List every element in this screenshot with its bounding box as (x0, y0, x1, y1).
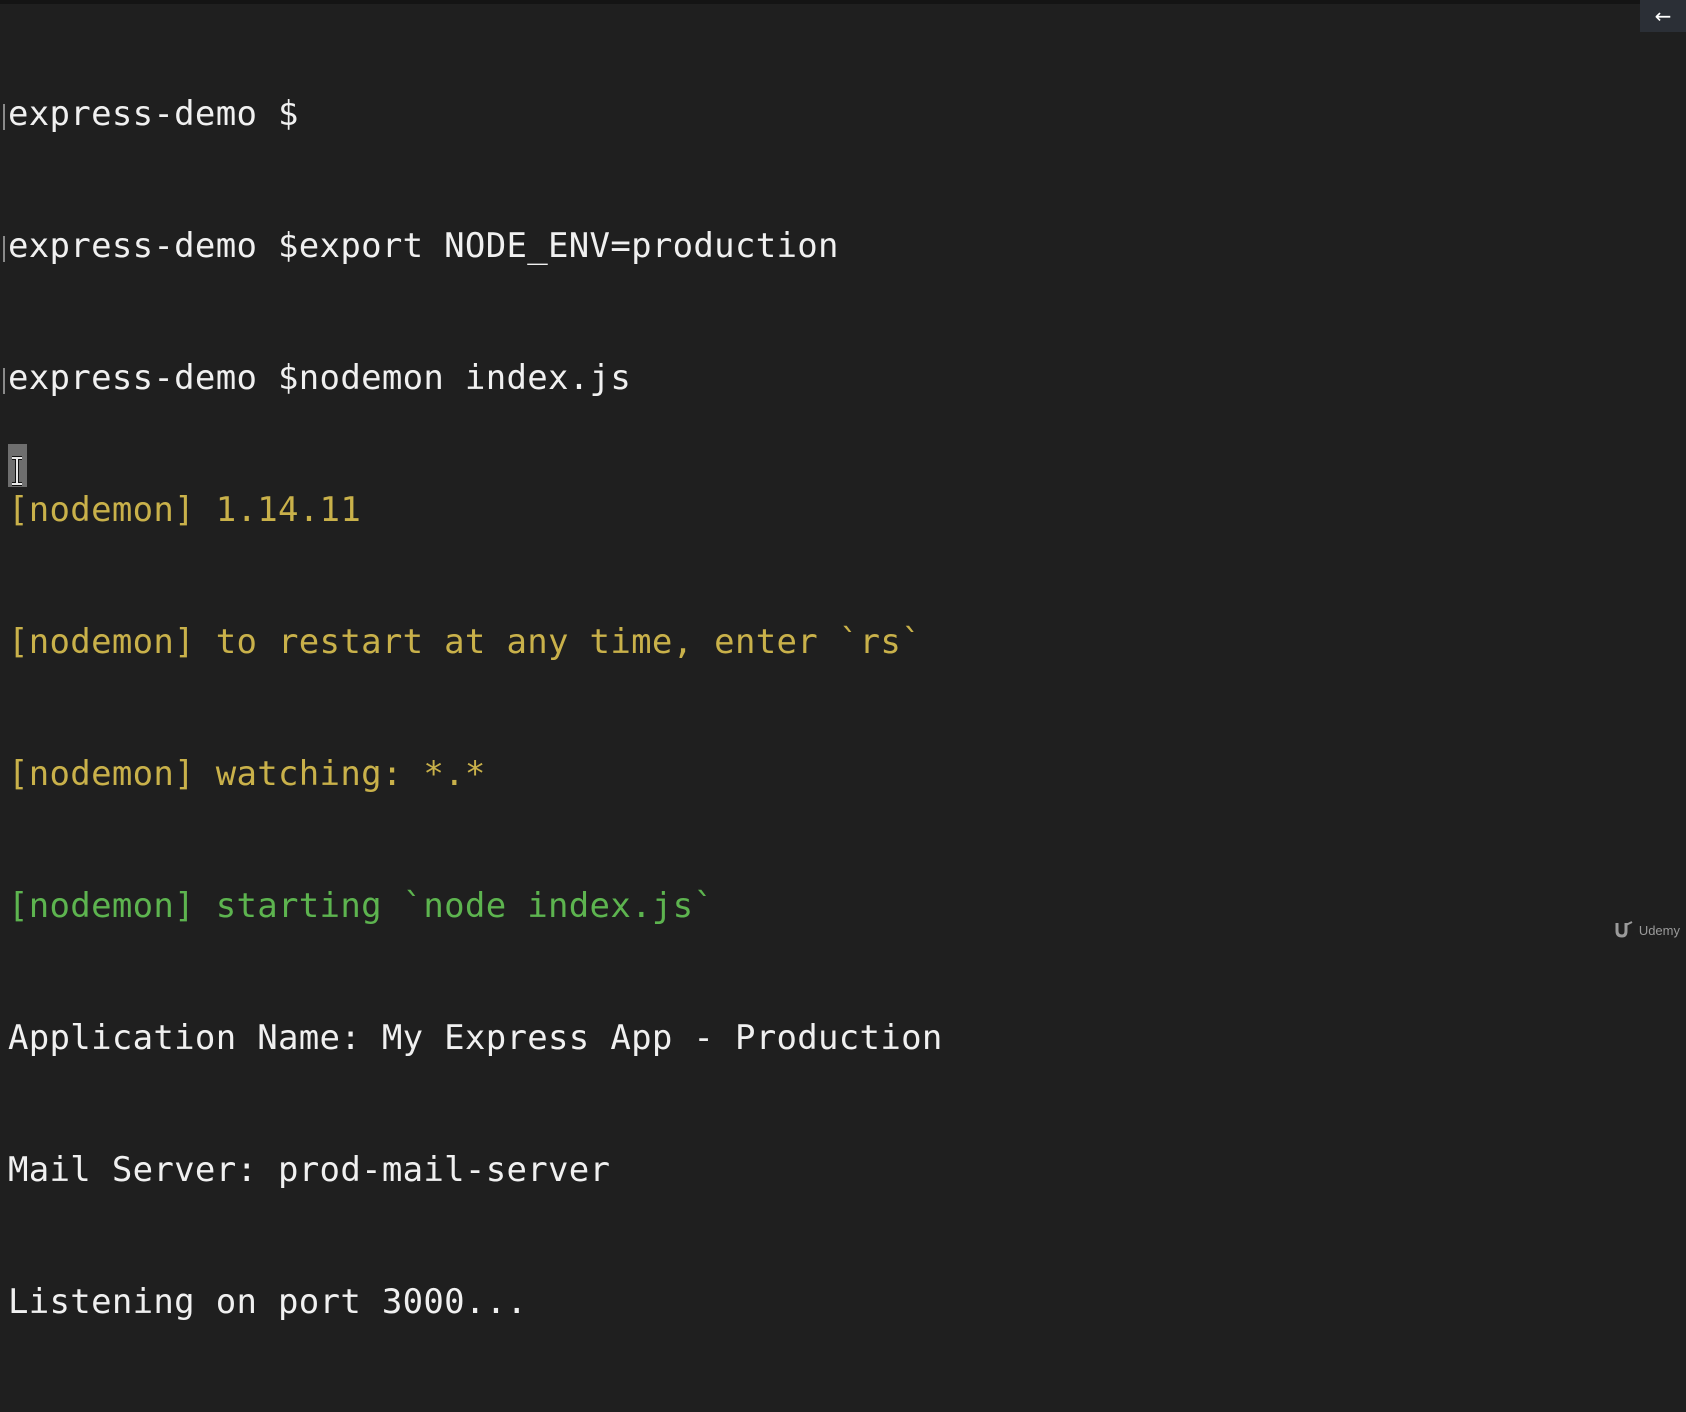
app-output-line: Application Name: My Express App - Produ… (8, 1018, 943, 1058)
prompt-line: express-demo $ (3, 92, 943, 136)
watermark-brand: Udemy (1638, 922, 1680, 938)
arrow-left-icon: ← (1654, 4, 1672, 28)
prompt-line: express-demo $nodemon index.js (3, 356, 943, 400)
nodemon-log-line: [nodemon] to restart at any time, enter … (8, 622, 922, 662)
back-button[interactable]: ← (1640, 0, 1686, 32)
prompt-line: express-demo $export NODE_ENV=production (3, 224, 943, 268)
udemy-logo-icon (1615, 921, 1633, 938)
udemy-watermark: Udemy (1614, 921, 1680, 939)
text-ibeam-cursor-icon (12, 456, 22, 486)
nodemon-log-line: [nodemon] watching: *.* (8, 754, 486, 794)
terminal-output: express-demo $ express-demo $export NODE… (3, 4, 943, 1412)
app-output-line: Mail Server: prod-mail-server (8, 1150, 611, 1190)
nodemon-log-line: [nodemon] 1.14.11 (8, 490, 362, 530)
terminal-window[interactable]: express-demo $ express-demo $export NODE… (0, 0, 1686, 1322)
nodemon-start-line: [nodemon] starting `node index.js` (8, 886, 715, 926)
app-output-line: Listening on port 3000... (8, 1282, 528, 1322)
